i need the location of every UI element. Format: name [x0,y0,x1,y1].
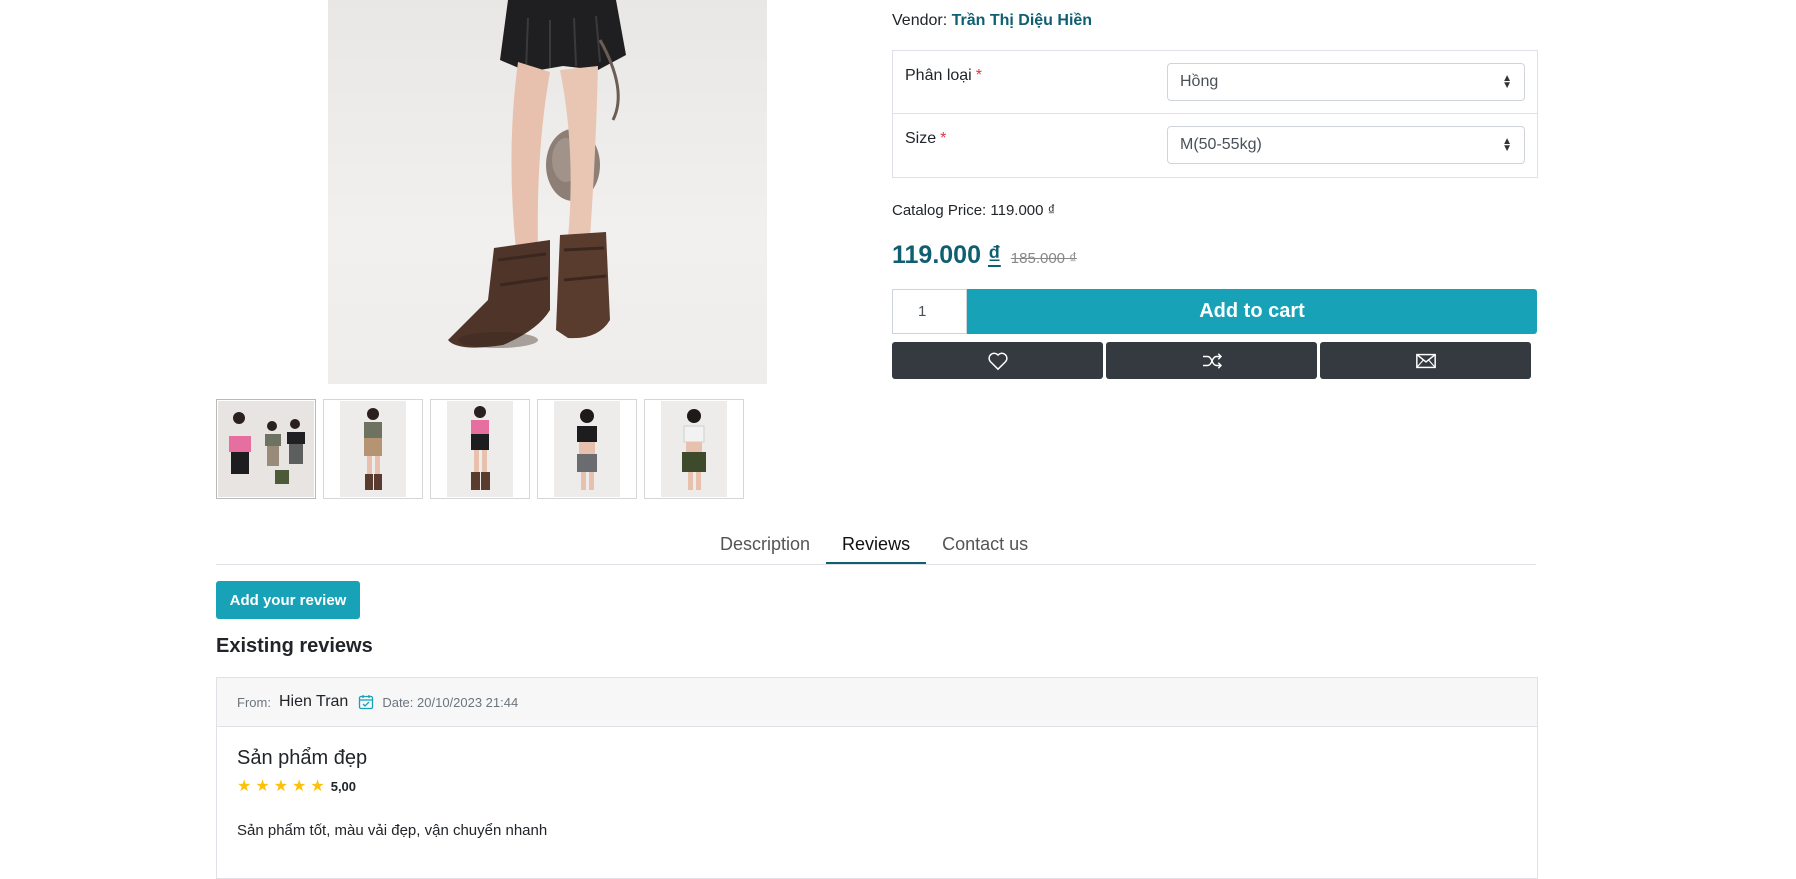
star-icon: ★ [310,778,325,795]
variant-row-size: Size * M(50-55kg) ▲ ▼ [893,114,1537,177]
price-block: 119.000 ₫ 185.000 ₫ [892,241,1077,270]
compare-button[interactable] [1106,342,1317,379]
thumbnail-5[interactable] [644,399,744,499]
review-date: Date: 20/10/2023 21:44 [382,694,519,710]
heart-icon [987,352,1008,370]
vendor-label: Vendor: [892,12,948,29]
review-text: Sản phẩm tốt, màu vải đẹp, vận chuyển nh… [237,822,548,839]
tab-contact-us[interactable]: Contact us [926,526,1044,564]
variant-row-type: Phân loại * Hồng ▲ ▼ [893,51,1537,114]
add-review-button[interactable]: Add your review [216,581,360,619]
wishlist-button[interactable] [892,342,1103,379]
thumbnail-4[interactable] [537,399,637,499]
email-button[interactable] [1320,342,1531,379]
action-buttons [892,342,1531,379]
review-header: From: Hien Tran Date: 20/10/2023 21:44 [217,678,1537,727]
thumbnail-3[interactable] [430,399,530,499]
review-rating: ★ ★ ★ ★ ★ 5,00 [237,776,1517,796]
star-icon: ★ [255,778,270,795]
rating-value: 5,00 [330,778,357,794]
existing-reviews-title: Existing reviews [216,635,373,657]
add-to-cart-button[interactable]: Add to cart [967,289,1537,334]
variant-label: Phân loại * [905,67,982,84]
star-icon: ★ [237,778,252,795]
vendor-link[interactable]: Trần Thị Diệu Hiền [952,12,1092,29]
quantity-input[interactable]: 1 [892,289,967,334]
size-select-value: M(50-55kg) [1180,136,1262,153]
vendor-line: Vendor: Trần Thị Diệu Hiền [892,12,1092,30]
tab-reviews[interactable]: Reviews [826,526,927,564]
select-arrows-icon: ▲ ▼ [1502,136,1512,154]
star-icon: ★ [273,778,289,795]
shuffle-icon [1202,352,1222,369]
select-arrows-icon: ▲ ▼ [1502,73,1512,91]
variant-table: Phân loại * Hồng ▲ ▼ Size * M(50-55kg) ▲ ▼ [892,50,1538,178]
type-select[interactable]: Hồng ▲ ▼ [1167,63,1525,101]
product-main-image[interactable] [328,0,767,384]
thumbnail-strip [216,399,744,499]
review-card: From: Hien Tran Date: 20/10/2023 21:44 S… [216,677,1538,879]
variant-label: Size * [905,130,947,147]
current-price: 119.000 ₫ [892,241,1001,269]
from-label: From: [237,694,271,710]
thumbnail-2[interactable] [323,399,423,499]
required-mark: * [940,130,947,147]
product-tabs: Description Reviews Contact us [216,526,1536,565]
star-icon: ★ [292,778,307,795]
review-author: Hien Tran [278,693,349,710]
type-select-value: Hồng [1180,73,1219,90]
thumbnail-1[interactable] [216,399,316,499]
review-title: Sản phẩm đẹp [237,747,368,769]
envelope-icon [1415,353,1436,368]
tab-description[interactable]: Description [704,526,826,564]
calendar-check-icon [359,695,374,710]
size-select[interactable]: M(50-55kg) ▲ ▼ [1167,126,1525,164]
required-mark: * [975,67,982,84]
catalog-price: Catalog Price: 119.000 ₫ [892,202,1056,219]
old-price: 185.000 ₫ [1010,250,1077,267]
cart-row: 1 Add to cart [892,289,1537,334]
